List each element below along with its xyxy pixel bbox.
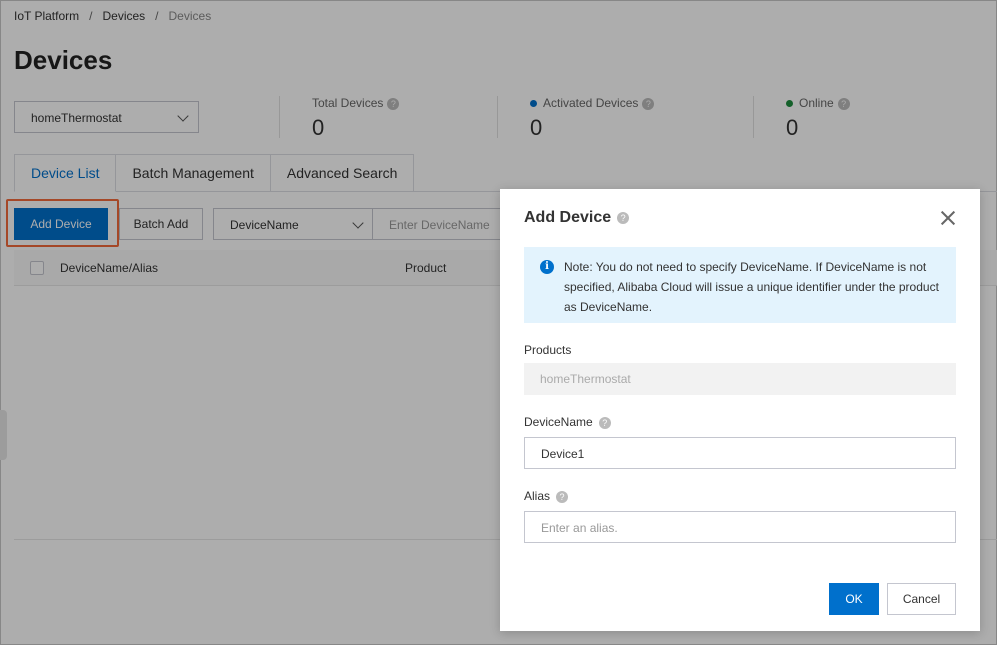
help-icon[interactable]: ? xyxy=(556,490,569,503)
devicename-label: DeviceName? xyxy=(524,415,611,429)
dialog-title: Add Device? xyxy=(524,209,630,227)
alias-label: Alias? xyxy=(524,489,569,503)
products-field: homeThermostat xyxy=(524,363,956,395)
help-icon[interactable]: ? xyxy=(617,211,630,224)
add-device-dialog: Add Device? i Note: You do not need to s… xyxy=(500,189,980,631)
info-icon: i xyxy=(540,260,554,274)
dialog-title-text: Add Device xyxy=(524,209,612,226)
help-icon[interactable]: ? xyxy=(598,416,611,429)
devicename-field[interactable]: Device1 xyxy=(524,437,956,469)
products-label: Products xyxy=(524,343,572,357)
ok-button[interactable]: OK xyxy=(829,583,879,615)
alias-label-text: Alias xyxy=(524,489,551,503)
alias-field[interactable]: Enter an alias. xyxy=(524,511,956,543)
notice-text: Note: You do not need to specify DeviceN… xyxy=(564,260,939,314)
devicename-label-text: DeviceName xyxy=(524,415,593,429)
close-icon[interactable] xyxy=(938,208,958,228)
info-notice: i Note: You do not need to specify Devic… xyxy=(524,247,956,323)
cancel-button[interactable]: Cancel xyxy=(887,583,956,615)
